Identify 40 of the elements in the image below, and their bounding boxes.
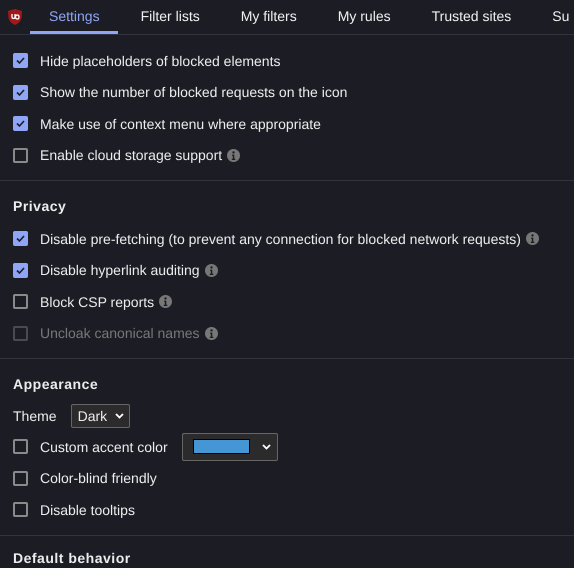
caret-icon [262, 444, 271, 450]
checkbox[interactable] [13, 294, 28, 310]
checkbox-label: Disable tooltips [40, 502, 135, 518]
tab[interactable]: Filter lists [122, 0, 218, 34]
checkbox-label: Hide placeholders of blocked elements [40, 52, 280, 69]
checkbox-label: Enable cloud storage support [40, 147, 222, 164]
checkbox-label: Custom accent color [40, 438, 168, 455]
tab[interactable]: Su [533, 0, 574, 34]
checkbox-label: Make use of context menu where appropriate [40, 116, 321, 132]
checkbox[interactable] [13, 148, 28, 163]
theme-dropdown[interactable]: Dark [70, 404, 130, 428]
info-icon[interactable] [159, 295, 172, 308]
checkbox[interactable] [13, 439, 28, 454]
checkbox-label: Disable hyperlink auditing [40, 262, 200, 278]
checkbox[interactable] [13, 231, 28, 246]
checkbox[interactable] [13, 84, 28, 100]
section-heading: Appearance [13, 375, 100, 394]
color-picker[interactable] [182, 432, 278, 461]
tab[interactable]: My rules [318, 0, 409, 34]
checkbox-label: Color-blind friendly [40, 470, 157, 486]
checkbox[interactable] [13, 470, 28, 486]
tab[interactable]: Settings [30, 0, 118, 34]
theme-label: Theme [13, 408, 57, 424]
checkbox-label: Block CSP reports [40, 294, 154, 310]
info-icon[interactable] [204, 264, 218, 277]
checkbox-label: Show the number of blocked requests on the icon [40, 84, 348, 100]
tab[interactable]: Trusted sites [412, 0, 530, 34]
info-icon[interactable] [526, 232, 539, 246]
checkbox[interactable] [13, 53, 28, 68]
caret-icon [115, 413, 124, 419]
checkbox[interactable] [13, 502, 28, 518]
checkbox[interactable] [13, 262, 28, 278]
tab[interactable]: My filters [222, 0, 315, 34]
checkbox-label: Uncloak canonical names [40, 325, 200, 342]
checkbox-label: Disable pre-fetching (to prevent any connection for blocked network requests) [40, 230, 521, 247]
info-icon[interactable] [227, 148, 240, 162]
section-heading: Default behavior [13, 550, 132, 566]
section-heading: Privacy [13, 197, 68, 216]
shield-logo-icon [7, 8, 23, 26]
checkbox[interactable] [13, 116, 28, 132]
